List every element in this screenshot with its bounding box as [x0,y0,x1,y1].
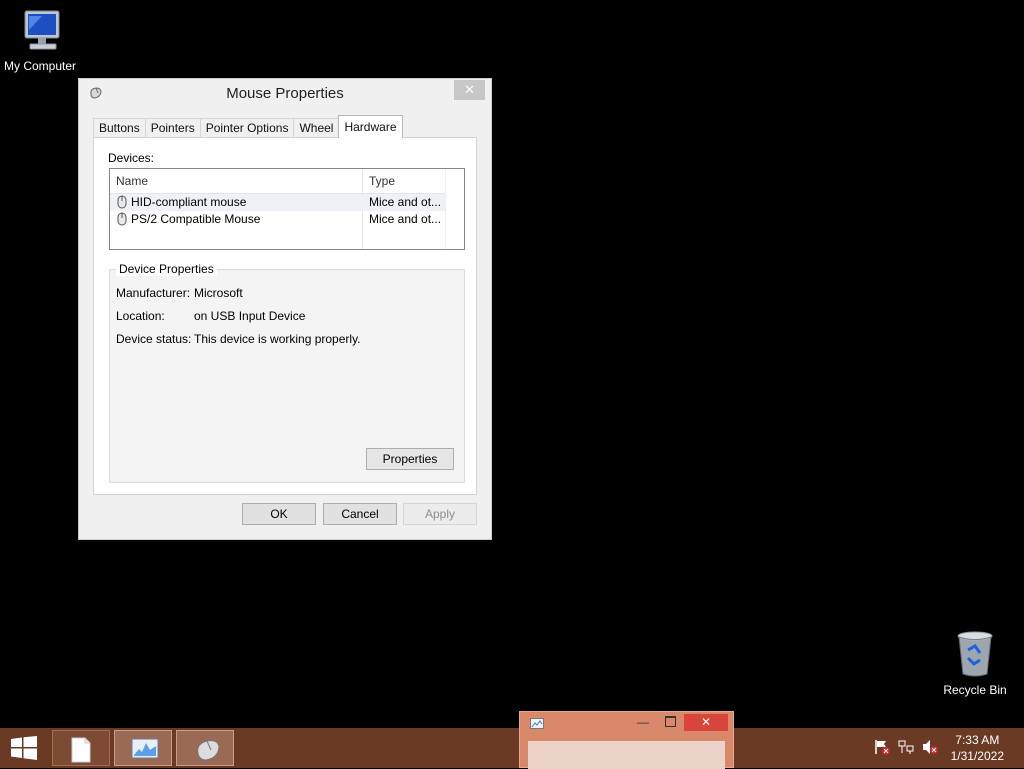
performance-monitor-icon [131,737,159,764]
device-status-label: Device status: [116,332,192,346]
start-button[interactable] [10,736,38,763]
windows-logo-icon [11,736,37,760]
device-status-value: This device is working properly. [194,332,361,346]
clock-time: 7:33 AM [955,733,1000,747]
desktop-icon-recycle-bin[interactable]: Recycle Bin [935,630,1015,697]
preview-maximize-button[interactable] [665,716,676,727]
column-header-name[interactable]: Name [110,169,363,193]
speaker-muted-icon[interactable] [922,739,938,758]
device-name-cell: PS/2 Compatible Mouse [116,211,356,231]
cancel-button[interactable]: Cancel [323,503,397,525]
devices-list-scrollbar[interactable] [445,169,464,249]
taskbar: 7:33 AM 1/31/2022 [0,728,1024,768]
preview-window-body [528,741,725,769]
location-label: Location: [116,309,165,323]
taskbar-button-file[interactable] [52,730,110,766]
location-value: on USB Input Device [194,309,306,323]
hardware-tab-panel: Devices: Name Type HID-compliant mouse M… [93,137,477,495]
tab-pointer-options[interactable]: Pointer Options [199,118,295,138]
taskbar-button-performance[interactable] [114,730,172,766]
ok-button[interactable]: OK [242,503,316,525]
device-row[interactable]: HID-compliant mouse Mice and ot... [110,194,446,211]
properties-button[interactable]: Properties [366,448,454,470]
device-type: Mice and ot... [369,212,442,226]
performance-monitor-icon [530,718,544,733]
desktop: My Computer Recycle Bin Mouse Properties… [0,0,1024,728]
preview-minimize-button[interactable]: — [637,715,649,729]
network-icon[interactable] [898,739,914,758]
flag-icon[interactable] [874,739,890,758]
device-name: PS/2 Compatible Mouse [131,212,261,226]
close-button[interactable]: ✕ [454,80,485,100]
devices-label: Devices: [108,151,155,165]
manufacturer-label: Manufacturer: [116,286,191,300]
tab-buttons[interactable]: Buttons [93,118,146,138]
manufacturer-row: Manufacturer: Microsoft [116,286,243,300]
system-clock[interactable]: 7:33 AM 1/31/2022 [951,732,1004,764]
tab-strip: Buttons Pointers Pointer Options Wheel H… [93,115,403,138]
devices-list-header: Name Type [110,169,446,194]
device-row[interactable]: PS/2 Compatible Mouse Mice and ot... [110,211,446,228]
taskbar-preview-thumbnail[interactable]: — ✕ [519,711,734,769]
desktop-icon-label: Recycle Bin [943,683,1007,697]
preview-close-button[interactable]: ✕ [684,714,728,731]
apply-button[interactable]: Apply [403,503,477,525]
device-type: Mice and ot... [369,195,442,209]
device-status-row: Device status: This device is working pro… [116,332,361,346]
window-title: Mouse Properties [226,85,344,102]
tab-hardware[interactable]: Hardware [338,115,403,138]
clock-date: 1/31/2022 [950,749,1004,763]
mouse-icon [193,737,223,766]
tab-wheel[interactable]: Wheel [293,118,340,138]
column-header-type[interactable]: Type [363,169,446,193]
device-properties-legend: Device Properties [116,262,217,276]
manufacturer-value: Microsoft [194,286,243,300]
taskbar-button-mouse-properties[interactable] [176,730,234,766]
device-name: HID-compliant mouse [131,195,247,209]
devices-list[interactable]: Name Type HID-compliant mouse Mice and o… [109,168,465,250]
tab-pointers[interactable]: Pointers [144,118,201,138]
location-row: Location: on USB Input Device [116,309,305,323]
desktop-icon-label: My Computer [3,59,77,73]
mouse-properties-dialog: Mouse Properties ✕ Buttons Pointers Poin… [78,78,492,540]
device-properties-group: Device Properties Manufacturer: Microsoft… [109,262,465,483]
computer-icon [24,10,60,50]
document-icon [69,737,93,766]
desktop-icon-my-computer[interactable]: My Computer [0,8,80,73]
mouse-device-icon [116,212,128,231]
recycle-bin-icon [957,631,993,677]
title-bar[interactable]: Mouse Properties ✕ [79,79,491,109]
